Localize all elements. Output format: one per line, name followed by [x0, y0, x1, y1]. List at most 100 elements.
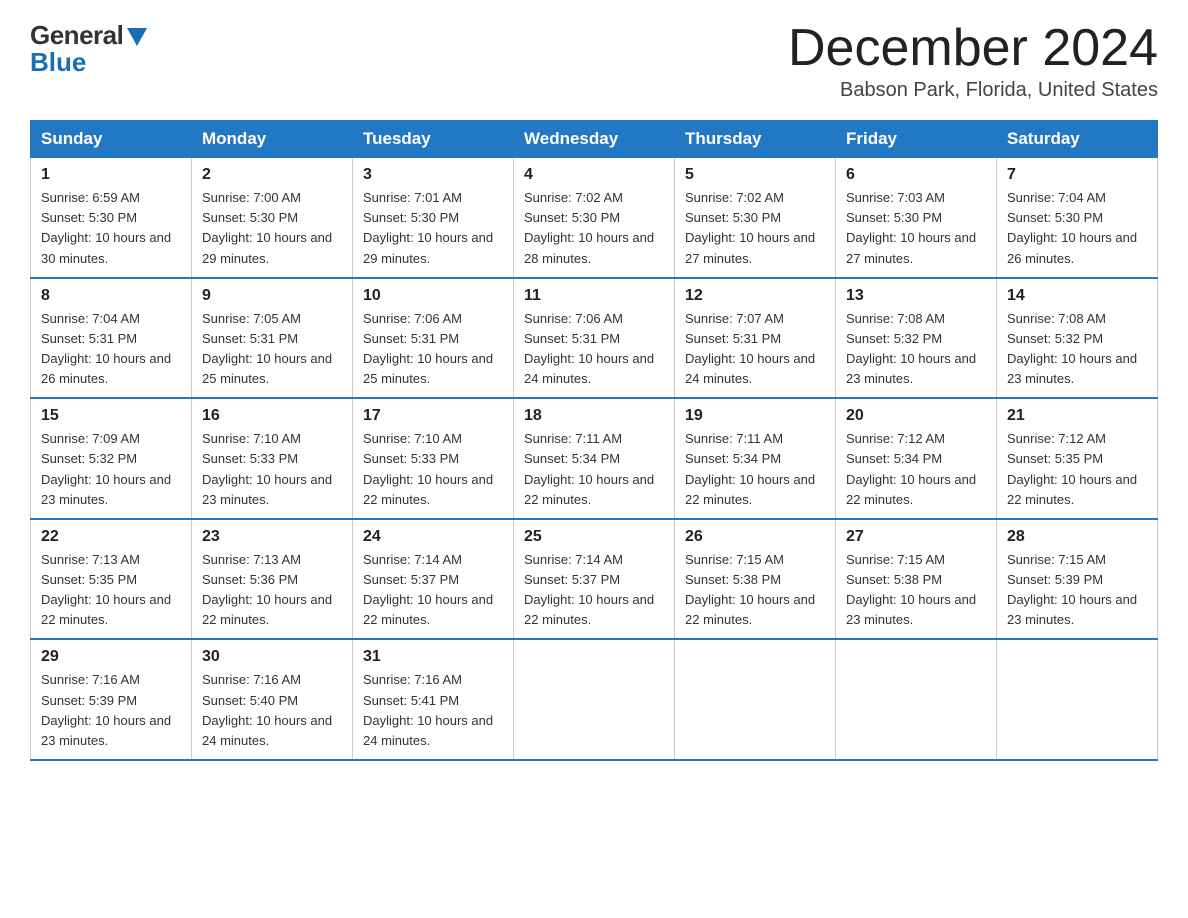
calendar-cell: 26 Sunrise: 7:15 AMSunset: 5:38 PMDaylig… — [675, 519, 836, 640]
logo-triangle-icon — [127, 28, 147, 46]
day-number: 30 — [202, 648, 342, 666]
day-info: Sunrise: 7:13 AMSunset: 5:35 PMDaylight:… — [41, 552, 171, 627]
column-header-monday: Monday — [192, 121, 353, 158]
day-info: Sunrise: 7:03 AMSunset: 5:30 PMDaylight:… — [846, 190, 976, 265]
day-info: Sunrise: 7:13 AMSunset: 5:36 PMDaylight:… — [202, 552, 332, 627]
calendar-header-row: SundayMondayTuesdayWednesdayThursdayFrid… — [31, 121, 1158, 158]
logo: General Blue — [30, 20, 147, 78]
day-info: Sunrise: 7:12 AMSunset: 5:35 PMDaylight:… — [1007, 431, 1137, 506]
column-header-sunday: Sunday — [31, 121, 192, 158]
calendar-cell: 5 Sunrise: 7:02 AMSunset: 5:30 PMDayligh… — [675, 158, 836, 278]
day-number: 29 — [41, 648, 181, 666]
day-number: 20 — [846, 407, 986, 425]
day-number: 7 — [1007, 166, 1147, 184]
day-number: 18 — [524, 407, 664, 425]
calendar-cell: 9 Sunrise: 7:05 AMSunset: 5:31 PMDayligh… — [192, 278, 353, 399]
day-number: 16 — [202, 407, 342, 425]
calendar-cell: 8 Sunrise: 7:04 AMSunset: 5:31 PMDayligh… — [31, 278, 192, 399]
column-header-wednesday: Wednesday — [514, 121, 675, 158]
calendar-week-row: 29 Sunrise: 7:16 AMSunset: 5:39 PMDaylig… — [31, 639, 1158, 760]
day-number: 21 — [1007, 407, 1147, 425]
calendar-cell: 13 Sunrise: 7:08 AMSunset: 5:32 PMDaylig… — [836, 278, 997, 399]
calendar-cell: 20 Sunrise: 7:12 AMSunset: 5:34 PMDaylig… — [836, 398, 997, 519]
day-info: Sunrise: 7:04 AMSunset: 5:30 PMDaylight:… — [1007, 190, 1137, 265]
calendar-cell — [836, 639, 997, 760]
calendar-cell: 31 Sunrise: 7:16 AMSunset: 5:41 PMDaylig… — [353, 639, 514, 760]
calendar-cell — [514, 639, 675, 760]
day-number: 28 — [1007, 528, 1147, 546]
day-number: 1 — [41, 166, 181, 184]
calendar-cell: 2 Sunrise: 7:00 AMSunset: 5:30 PMDayligh… — [192, 158, 353, 278]
calendar-table: SundayMondayTuesdayWednesdayThursdayFrid… — [30, 120, 1158, 761]
day-info: Sunrise: 7:12 AMSunset: 5:34 PMDaylight:… — [846, 431, 976, 506]
day-number: 24 — [363, 528, 503, 546]
calendar-cell — [997, 639, 1158, 760]
day-number: 31 — [363, 648, 503, 666]
calendar-week-row: 22 Sunrise: 7:13 AMSunset: 5:35 PMDaylig… — [31, 519, 1158, 640]
calendar-cell: 10 Sunrise: 7:06 AMSunset: 5:31 PMDaylig… — [353, 278, 514, 399]
day-info: Sunrise: 7:14 AMSunset: 5:37 PMDaylight:… — [524, 552, 654, 627]
day-info: Sunrise: 7:14 AMSunset: 5:37 PMDaylight:… — [363, 552, 493, 627]
calendar-cell: 11 Sunrise: 7:06 AMSunset: 5:31 PMDaylig… — [514, 278, 675, 399]
calendar-week-row: 1 Sunrise: 6:59 AMSunset: 5:30 PMDayligh… — [31, 158, 1158, 278]
day-number: 14 — [1007, 287, 1147, 305]
calendar-cell: 3 Sunrise: 7:01 AMSunset: 5:30 PMDayligh… — [353, 158, 514, 278]
day-number: 5 — [685, 166, 825, 184]
calendar-cell: 18 Sunrise: 7:11 AMSunset: 5:34 PMDaylig… — [514, 398, 675, 519]
day-info: Sunrise: 7:10 AMSunset: 5:33 PMDaylight:… — [363, 431, 493, 506]
logo-blue-text: Blue — [30, 47, 86, 78]
calendar-cell: 19 Sunrise: 7:11 AMSunset: 5:34 PMDaylig… — [675, 398, 836, 519]
day-info: Sunrise: 7:15 AMSunset: 5:39 PMDaylight:… — [1007, 552, 1137, 627]
day-number: 2 — [202, 166, 342, 184]
calendar-cell: 16 Sunrise: 7:10 AMSunset: 5:33 PMDaylig… — [192, 398, 353, 519]
column-header-thursday: Thursday — [675, 121, 836, 158]
calendar-cell: 22 Sunrise: 7:13 AMSunset: 5:35 PMDaylig… — [31, 519, 192, 640]
day-number: 19 — [685, 407, 825, 425]
calendar-cell: 7 Sunrise: 7:04 AMSunset: 5:30 PMDayligh… — [997, 158, 1158, 278]
calendar-week-row: 15 Sunrise: 7:09 AMSunset: 5:32 PMDaylig… — [31, 398, 1158, 519]
location-subtitle: Babson Park, Florida, United States — [788, 79, 1158, 102]
day-number: 4 — [524, 166, 664, 184]
month-year-title: December 2024 — [788, 20, 1158, 77]
day-info: Sunrise: 7:04 AMSunset: 5:31 PMDaylight:… — [41, 311, 171, 386]
day-info: Sunrise: 7:01 AMSunset: 5:30 PMDaylight:… — [363, 190, 493, 265]
day-info: Sunrise: 7:15 AMSunset: 5:38 PMDaylight:… — [685, 552, 815, 627]
day-info: Sunrise: 7:06 AMSunset: 5:31 PMDaylight:… — [524, 311, 654, 386]
day-number: 15 — [41, 407, 181, 425]
calendar-cell — [675, 639, 836, 760]
calendar-cell: 24 Sunrise: 7:14 AMSunset: 5:37 PMDaylig… — [353, 519, 514, 640]
day-info: Sunrise: 6:59 AMSunset: 5:30 PMDaylight:… — [41, 190, 171, 265]
day-info: Sunrise: 7:09 AMSunset: 5:32 PMDaylight:… — [41, 431, 171, 506]
day-number: 9 — [202, 287, 342, 305]
calendar-cell: 25 Sunrise: 7:14 AMSunset: 5:37 PMDaylig… — [514, 519, 675, 640]
day-number: 27 — [846, 528, 986, 546]
day-info: Sunrise: 7:11 AMSunset: 5:34 PMDaylight:… — [524, 431, 654, 506]
day-info: Sunrise: 7:16 AMSunset: 5:41 PMDaylight:… — [363, 672, 493, 747]
day-number: 13 — [846, 287, 986, 305]
day-info: Sunrise: 7:02 AMSunset: 5:30 PMDaylight:… — [524, 190, 654, 265]
calendar-cell: 29 Sunrise: 7:16 AMSunset: 5:39 PMDaylig… — [31, 639, 192, 760]
column-header-tuesday: Tuesday — [353, 121, 514, 158]
calendar-week-row: 8 Sunrise: 7:04 AMSunset: 5:31 PMDayligh… — [31, 278, 1158, 399]
day-info: Sunrise: 7:06 AMSunset: 5:31 PMDaylight:… — [363, 311, 493, 386]
column-header-saturday: Saturday — [997, 121, 1158, 158]
day-info: Sunrise: 7:02 AMSunset: 5:30 PMDaylight:… — [685, 190, 815, 265]
day-number: 6 — [846, 166, 986, 184]
day-number: 17 — [363, 407, 503, 425]
calendar-cell: 12 Sunrise: 7:07 AMSunset: 5:31 PMDaylig… — [675, 278, 836, 399]
day-info: Sunrise: 7:08 AMSunset: 5:32 PMDaylight:… — [1007, 311, 1137, 386]
calendar-cell: 30 Sunrise: 7:16 AMSunset: 5:40 PMDaylig… — [192, 639, 353, 760]
day-info: Sunrise: 7:05 AMSunset: 5:31 PMDaylight:… — [202, 311, 332, 386]
day-number: 3 — [363, 166, 503, 184]
calendar-cell: 23 Sunrise: 7:13 AMSunset: 5:36 PMDaylig… — [192, 519, 353, 640]
day-info: Sunrise: 7:00 AMSunset: 5:30 PMDaylight:… — [202, 190, 332, 265]
calendar-cell: 21 Sunrise: 7:12 AMSunset: 5:35 PMDaylig… — [997, 398, 1158, 519]
day-number: 10 — [363, 287, 503, 305]
calendar-cell: 15 Sunrise: 7:09 AMSunset: 5:32 PMDaylig… — [31, 398, 192, 519]
day-number: 8 — [41, 287, 181, 305]
day-number: 22 — [41, 528, 181, 546]
day-number: 25 — [524, 528, 664, 546]
day-info: Sunrise: 7:16 AMSunset: 5:40 PMDaylight:… — [202, 672, 332, 747]
title-block: December 2024 Babson Park, Florida, Unit… — [788, 20, 1158, 102]
calendar-cell: 17 Sunrise: 7:10 AMSunset: 5:33 PMDaylig… — [353, 398, 514, 519]
